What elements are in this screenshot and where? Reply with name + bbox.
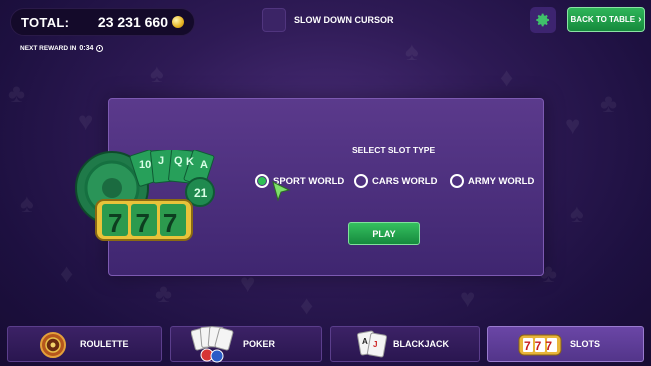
settings-button[interactable] bbox=[530, 7, 556, 33]
tab-roulette[interactable]: ROULETTE bbox=[7, 326, 162, 362]
cursor-pointer-icon bbox=[272, 181, 291, 202]
option-cars-world[interactable]: CARS WORLD bbox=[354, 174, 437, 188]
play-label: PLAY bbox=[372, 228, 396, 239]
svg-text:J: J bbox=[158, 155, 164, 167]
select-slot-type-title: SELECT SLOT TYPE bbox=[352, 145, 436, 155]
blackjack-cards-icon: A J bbox=[357, 330, 387, 358]
clock-icon bbox=[96, 45, 104, 52]
chevron-right-icon: › bbox=[638, 14, 642, 25]
tab-blackjack[interactable]: A J BLACKJACK bbox=[330, 326, 480, 362]
game-tabs: ROULETTE POKER A J BLACKJACK 777 SLOTS bbox=[0, 326, 651, 366]
slots-icon-digits: 777 bbox=[524, 339, 556, 353]
play-button[interactable]: PLAY bbox=[348, 222, 420, 245]
svg-text:A: A bbox=[200, 159, 208, 171]
back-to-table-button[interactable]: BACK TO TABLE › bbox=[567, 7, 645, 32]
next-reward: NEXT REWARD IN 0:34 bbox=[20, 45, 104, 52]
total-value: 23 231 660 bbox=[97, 14, 168, 30]
svg-text:Q: Q bbox=[174, 155, 183, 167]
svg-text:10: 10 bbox=[139, 159, 151, 171]
art-digits: 777 bbox=[108, 208, 190, 238]
svg-text:A: A bbox=[362, 337, 368, 346]
svg-text:J: J bbox=[373, 340, 377, 349]
tab-slots[interactable]: 777 SLOTS bbox=[487, 326, 644, 362]
option-army-world[interactable]: ARMY WORLD bbox=[450, 174, 534, 188]
total-balance: TOTAL: 23 231 660 bbox=[10, 8, 195, 36]
slow-cursor-toggle[interactable]: SLOW DOWN CURSOR bbox=[262, 8, 394, 32]
tab-label: BLACKJACK bbox=[393, 339, 449, 349]
radio-selected-icon[interactable] bbox=[255, 174, 269, 188]
option-label: ARMY WORLD bbox=[468, 175, 535, 187]
tab-label: ROULETTE bbox=[80, 339, 129, 349]
tab-label: SLOTS bbox=[570, 339, 601, 349]
svg-text:K: K bbox=[186, 156, 194, 168]
slow-cursor-label: SLOW DOWN CURSOR bbox=[294, 15, 394, 25]
option-label: CARS WORLD bbox=[372, 175, 438, 187]
roulette-icon bbox=[40, 332, 66, 358]
option-sport-world[interactable]: SPORT WORLD bbox=[255, 174, 344, 188]
slot-machine-art-icon: 10 J Q K A 21 777 bbox=[75, 150, 215, 241]
reward-time: 0:34 bbox=[79, 45, 94, 52]
poker-cards-icon bbox=[191, 326, 234, 363]
back-to-table-label: BACK TO TABLE bbox=[570, 15, 636, 24]
total-label: TOTAL: bbox=[21, 14, 70, 30]
svg-text:21: 21 bbox=[194, 186, 208, 200]
gear-icon bbox=[536, 13, 549, 27]
tab-poker[interactable]: POKER bbox=[170, 326, 322, 363]
radio-icon[interactable] bbox=[354, 174, 368, 188]
coin-icon bbox=[172, 16, 184, 28]
tab-label: POKER bbox=[243, 339, 276, 349]
reward-label: NEXT REWARD IN bbox=[20, 45, 77, 52]
slots-777-icon: 777 bbox=[518, 334, 562, 356]
radio-icon[interactable] bbox=[450, 174, 464, 188]
slow-cursor-checkbox[interactable] bbox=[262, 8, 286, 32]
